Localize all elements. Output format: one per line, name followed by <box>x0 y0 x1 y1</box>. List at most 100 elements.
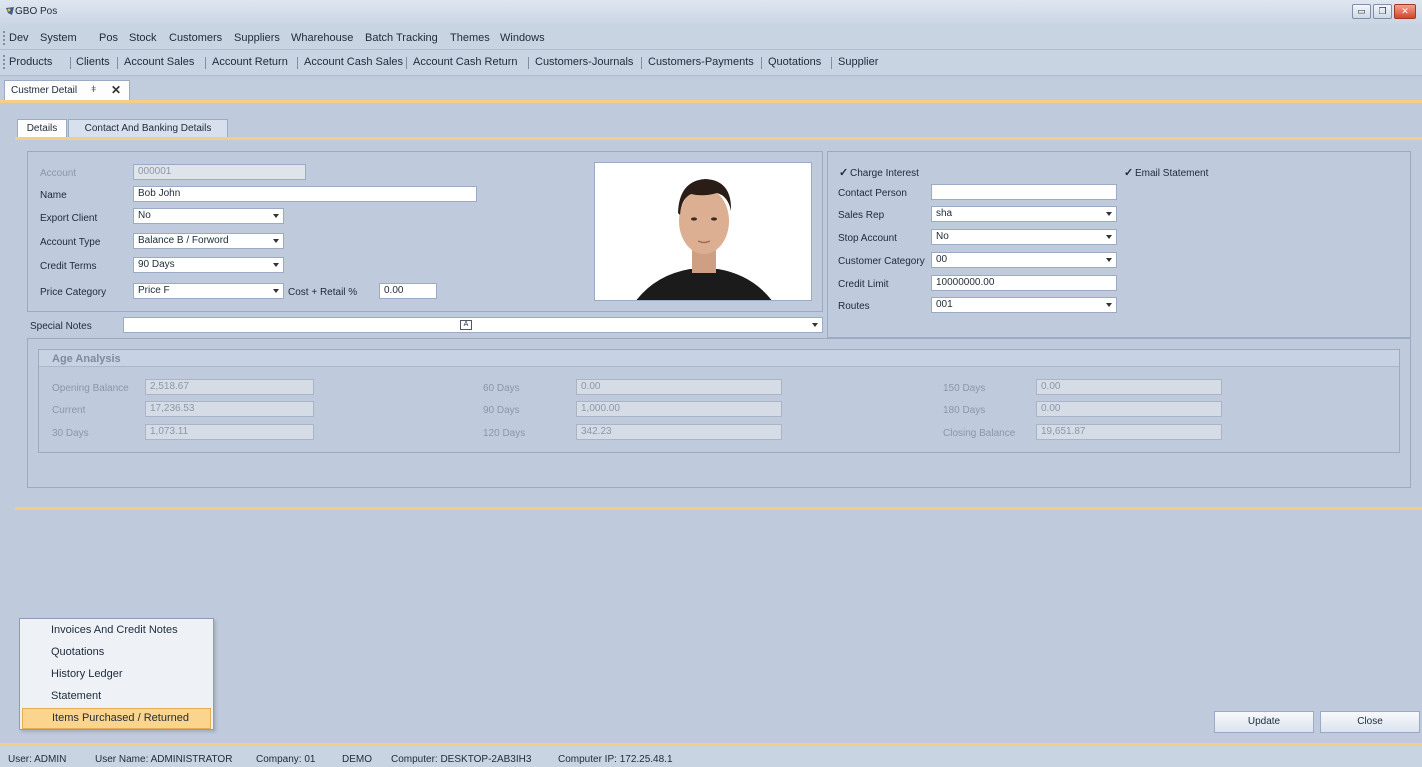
close-icon[interactable]: ✕ <box>111 83 121 97</box>
current-field: 17,236.53 <box>145 401 314 417</box>
cost-retail-field[interactable]: 0.00 <box>379 283 437 299</box>
menu-bar: Dev System Pos Stock Customers Suppliers… <box>0 26 1422 50</box>
credit-limit-field[interactable]: 10000000.00 <box>931 275 1117 291</box>
link-account-return[interactable]: Account Return <box>212 56 288 68</box>
link-quotations[interactable]: Quotations <box>768 56 821 68</box>
account-type-value: Balance B / Forword <box>138 235 229 246</box>
routes-select[interactable]: 001 <box>931 297 1117 313</box>
account-label: Account <box>40 168 77 179</box>
30-days-field: 1,073.11 <box>145 424 314 440</box>
60-days-label: 60 Days <box>483 383 520 394</box>
document-tab[interactable]: Custmer Detail ǂ ✕ <box>4 80 130 100</box>
menu-pos[interactable]: Pos <box>99 32 118 44</box>
link-clients[interactable]: Clients <box>76 56 110 68</box>
price-category-label: Price Category <box>40 287 107 298</box>
reports-popup-menu: Invoices And Credit Notes Quotations His… <box>19 618 214 730</box>
age-analysis-header <box>39 350 1399 367</box>
120-days-label: 120 Days <box>483 428 526 439</box>
60-days-field: 0.00 <box>576 379 782 395</box>
minimize-button[interactable]: ▭ <box>1352 4 1371 19</box>
pin-icon[interactable]: ǂ <box>91 84 96 94</box>
special-notes-label: Special Notes <box>30 321 92 332</box>
credit-terms-value: 90 Days <box>138 259 175 270</box>
charge-interest-label: Charge Interest <box>850 168 919 179</box>
account-type-label: Account Type <box>40 237 101 248</box>
status-user-name: User Name: ADMINISTRATOR <box>95 754 233 765</box>
charge-interest-checkbox[interactable]: ✓ Charge Interest <box>839 166 919 179</box>
update-button[interactable]: Update <box>1214 711 1314 733</box>
email-statement-label: Email Statement <box>1135 168 1209 179</box>
menu-system[interactable]: System <box>40 32 77 44</box>
sales-rep-select[interactable]: sha <box>931 206 1117 222</box>
restore-button[interactable]: ❐ <box>1373 4 1392 19</box>
closing-balance-field: 19,651.87 <box>1036 424 1222 440</box>
menu-wharehouse[interactable]: Wharehouse <box>291 32 353 44</box>
link-account-cash-return[interactable]: Account Cash Return <box>413 56 518 68</box>
separator <box>70 57 71 69</box>
routes-label: Routes <box>838 301 870 312</box>
app-logo-icon <box>6 7 14 15</box>
age-analysis-title: Age Analysis <box>52 353 121 365</box>
menu-suppliers[interactable]: Suppliers <box>234 32 280 44</box>
menu-item-history-ledger[interactable]: History Ledger <box>22 664 211 685</box>
menu-item-statement[interactable]: Statement <box>22 686 211 707</box>
contact-person-field[interactable] <box>931 184 1117 200</box>
window-title: GBO Pos <box>15 6 58 17</box>
link-supplier[interactable]: Supplier <box>838 56 878 68</box>
separator <box>117 57 118 69</box>
150-days-label: 150 Days <box>943 383 986 394</box>
menu-customers[interactable]: Customers <box>169 32 222 44</box>
divider <box>15 507 1422 510</box>
30-days-label: 30 Days <box>52 428 89 439</box>
link-customers-payments[interactable]: Customers-Payments <box>648 56 754 68</box>
routes-value: 001 <box>936 299 953 310</box>
title-bar <box>0 0 1422 26</box>
separator <box>528 57 529 69</box>
90-days-field: 1,000.00 <box>576 401 782 417</box>
menu-windows[interactable]: Windows <box>500 32 545 44</box>
menu-stock[interactable]: Stock <box>129 32 157 44</box>
quick-links-bar: Products Clients Account Sales Account R… <box>0 50 1422 76</box>
price-category-select[interactable]: Price F <box>133 283 284 299</box>
customer-category-label: Customer Category <box>838 256 925 267</box>
close-window-button[interactable]: ✕ <box>1394 4 1416 19</box>
stop-account-select[interactable]: No <box>931 229 1117 245</box>
export-client-select[interactable]: No <box>133 208 284 224</box>
link-customers-journals[interactable]: Customers-Journals <box>535 56 633 68</box>
menu-batch-tracking[interactable]: Batch Tracking <box>365 32 438 44</box>
credit-limit-label: Credit Limit <box>838 279 889 290</box>
credit-terms-select[interactable]: 90 Days <box>133 257 284 273</box>
opening-balance-field: 2,518.67 <box>145 379 314 395</box>
close-button[interactable]: Close <box>1320 711 1420 733</box>
link-products[interactable]: Products <box>9 56 52 68</box>
link-account-cash-sales[interactable]: Account Cash Sales <box>304 56 403 68</box>
customer-photo[interactable] <box>594 162 812 301</box>
email-statement-checkbox[interactable]: ✓ Email Statement <box>1124 166 1208 179</box>
chevron-down-icon <box>1106 235 1112 239</box>
check-icon: ✓ <box>839 167 849 179</box>
text-editor-icon[interactable]: A <box>460 320 472 330</box>
menu-item-quotations[interactable]: Quotations <box>22 642 211 663</box>
account-type-select[interactable]: Balance B / Forword <box>133 233 284 249</box>
name-field[interactable]: Bob John <box>133 186 477 202</box>
special-notes-field[interactable]: A <box>123 317 823 333</box>
toolbar-grip[interactable] <box>3 55 5 69</box>
account-field: 000001 <box>133 164 306 180</box>
menu-dev[interactable]: Dev <box>9 32 29 44</box>
90-days-label: 90 Days <box>483 405 520 416</box>
150-days-field: 0.00 <box>1036 379 1222 395</box>
menu-item-items-purchased-returned[interactable]: Items Purchased / Returned <box>22 708 211 729</box>
customer-category-value: 00 <box>936 254 948 265</box>
menu-item-invoices-credit-notes[interactable]: Invoices And Credit Notes <box>22 620 211 641</box>
document-tab-label: Custmer Detail <box>11 85 78 96</box>
export-client-value: No <box>138 210 151 221</box>
closing-balance-label: Closing Balance <box>943 428 1016 439</box>
tab-contact-banking[interactable]: Contact And Banking Details <box>68 119 228 138</box>
separator <box>297 57 298 69</box>
customer-category-select[interactable]: 00 <box>931 252 1117 268</box>
link-account-sales[interactable]: Account Sales <box>124 56 194 68</box>
menu-themes[interactable]: Themes <box>450 32 490 44</box>
tab-details[interactable]: Details <box>17 119 67 138</box>
chevron-down-icon[interactable] <box>812 323 818 327</box>
toolbar-grip[interactable] <box>3 31 5 45</box>
